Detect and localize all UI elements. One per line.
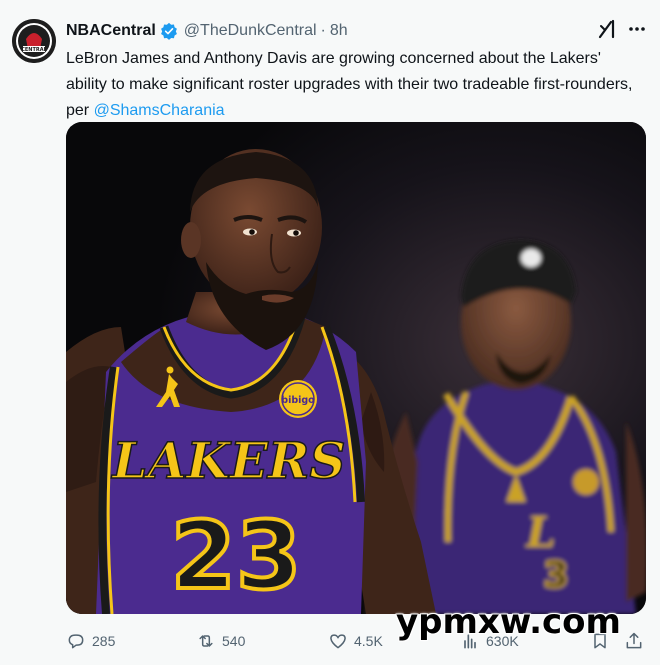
like-count: 4.5K: [354, 633, 383, 649]
repost-count: 540: [222, 633, 246, 649]
tweet-photo[interactable]: L 3 bibigo LAKERS 23: [66, 122, 646, 614]
watermark: ypmxw.com: [396, 602, 621, 642]
timestamp[interactable]: 8h: [330, 22, 348, 40]
mention-link[interactable]: @ShamsCharania: [94, 102, 225, 119]
svg-text:3: 3: [543, 555, 568, 596]
repost-button[interactable]: 540: [196, 628, 245, 654]
tweet-text: LeBron James and Anthony Davis are growi…: [66, 46, 646, 124]
display-name[interactable]: NBACentral: [66, 22, 156, 40]
reply-count: 285: [92, 633, 116, 649]
verified-badge-icon: [160, 22, 178, 40]
tweet-card[interactable]: CENTRAL NBACentral @TheDunkCentral · 8h …: [0, 0, 660, 665]
avatar[interactable]: CENTRAL: [12, 19, 56, 63]
heart-icon: [330, 634, 346, 649]
sponsor-patch: bibigo: [281, 395, 315, 406]
grok-icon[interactable]: [596, 18, 618, 40]
separator-dot: ·: [320, 22, 326, 39]
tweet-header: NBACentral @TheDunkCentral · 8h: [66, 20, 348, 42]
svg-text:CENTRAL: CENTRAL: [21, 47, 47, 53]
share-icon: [626, 632, 642, 649]
svg-text:L: L: [525, 508, 556, 557]
jersey-wordmark: LAKERS: [110, 431, 345, 490]
reply-icon: [68, 634, 84, 649]
reply-button[interactable]: 285: [66, 628, 115, 654]
more-options-icon[interactable]: [626, 18, 648, 40]
handle[interactable]: @TheDunkCentral: [184, 22, 317, 40]
jersey-number: 23: [171, 502, 302, 611]
repost-icon: [199, 635, 213, 647]
like-button[interactable]: 4.5K: [328, 628, 383, 654]
share-button[interactable]: [624, 628, 644, 654]
